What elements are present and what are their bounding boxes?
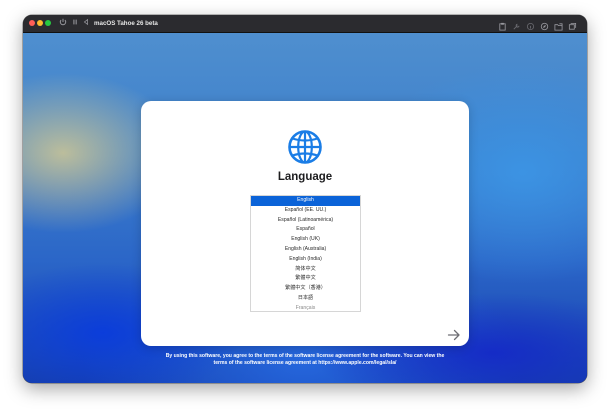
- window-title: macOS Tahoe 26 beta: [94, 20, 158, 27]
- language-option-english-india[interactable]: English (India): [251, 255, 360, 265]
- close-button[interactable]: [29, 20, 35, 26]
- info-icon[interactable]: [526, 18, 536, 31]
- globe-icon: [287, 129, 323, 165]
- language-option-chinese-traditional[interactable]: 繁體中文: [251, 274, 360, 284]
- compass-icon[interactable]: [540, 18, 550, 31]
- windows-icon[interactable]: [568, 18, 578, 30]
- language-option-french[interactable]: Français: [251, 304, 360, 311]
- language-option-english-australia[interactable]: English (Australia): [251, 245, 360, 255]
- title-bar: macOS Tahoe 26 beta: [23, 15, 587, 33]
- language-option-spanish-us[interactable]: Español (EE. UU.): [251, 206, 360, 216]
- power-icon[interactable]: [58, 18, 68, 28]
- language-list[interactable]: English Español (EE. UU.) Español (Latin…: [250, 195, 361, 312]
- vm-window: macOS Tahoe 26 beta Language English Esp…: [23, 15, 587, 383]
- license-line-2[interactable]: terms of the software license agreement …: [133, 360, 477, 367]
- arrow-right-icon[interactable]: [447, 328, 461, 341]
- language-option-japanese[interactable]: 日本語: [251, 294, 360, 304]
- license-notice: By using this software, you agree to the…: [133, 353, 477, 367]
- setup-assistant-background: Language English Español (EE. UU.) Españ…: [23, 33, 587, 383]
- language-option-spanish-latam[interactable]: Español (Latinoamérica): [251, 216, 360, 226]
- language-option-chinese-hong-kong[interactable]: 繁體中文（香港）: [251, 284, 360, 294]
- clipboard-icon[interactable]: [498, 18, 508, 31]
- zoom-button[interactable]: [45, 20, 51, 26]
- pause-icon[interactable]: [70, 18, 80, 28]
- language-option-chinese-simplified[interactable]: 简体中文: [251, 265, 360, 275]
- folder-share-icon[interactable]: [554, 18, 564, 31]
- language-option-spanish[interactable]: Español: [251, 225, 360, 235]
- language-panel: Language English Español (EE. UU.) Españ…: [141, 101, 469, 346]
- language-option-english[interactable]: English: [251, 196, 360, 206]
- wrench-icon[interactable]: [512, 18, 522, 30]
- language-option-english-uk[interactable]: English (UK): [251, 235, 360, 245]
- minimize-button[interactable]: [37, 20, 43, 26]
- license-line-1: By using this software, you agree to the…: [165, 353, 445, 359]
- page-title: Language: [277, 171, 333, 183]
- back-icon[interactable]: [81, 18, 91, 28]
